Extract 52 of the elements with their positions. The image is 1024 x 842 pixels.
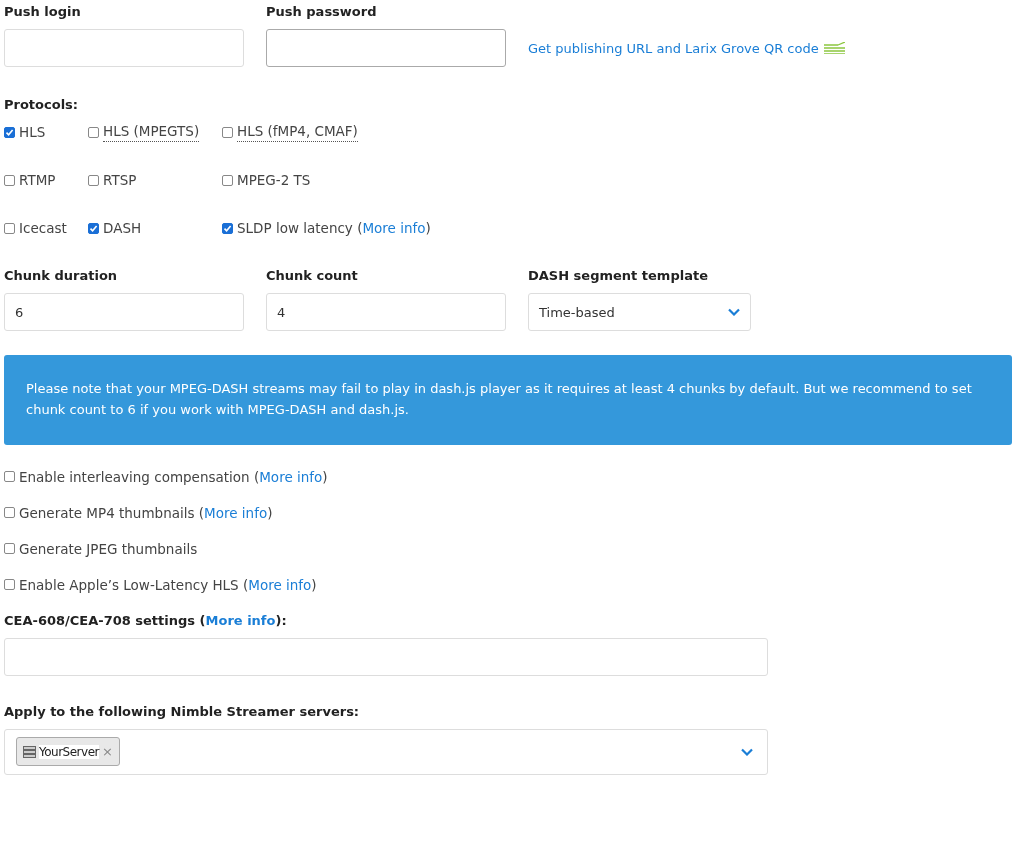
field-label: DASH segment template [528, 268, 709, 283]
more-info-link[interactable]: More info [205, 612, 276, 628]
dropdown[interactable]: Time-based [528, 293, 751, 331]
checkbox-label: HLS [19, 124, 46, 140]
input-field[interactable] [266, 29, 506, 67]
checkbox-label: SLDP low latency (More info) [237, 220, 431, 236]
checkbox-label: Generate MP4 thumbnails (More info) [19, 504, 273, 521]
checkbox[interactable] [88, 174, 99, 186]
checkbox[interactable] [4, 543, 15, 555]
checkbox[interactable] [4, 222, 15, 234]
field-label: Chunk count [266, 268, 359, 283]
publishing-url-link[interactable]: Get publishing URL and Larix Grove QR code [528, 40, 819, 56]
input-field[interactable]: 4 [266, 293, 506, 331]
checkbox[interactable] [88, 126, 99, 138]
checkbox[interactable] [222, 174, 233, 186]
field-label: Chunk duration [4, 268, 119, 283]
remove-tag-button[interactable]: × [101, 744, 113, 760]
info-notice: Please note that your MPEG-DASH streams may fail to play in dash.js player as it requires at least 4 chunks by default. But we recommend to set chunk count to 6 if you work with MPEG-DASH and dash.js. [4, 355, 1012, 445]
checkbox-label: Icecast [19, 220, 67, 236]
checkbox[interactable] [4, 126, 15, 138]
chevron-down-icon [741, 747, 753, 756]
checkbox[interactable] [222, 222, 233, 234]
checkbox-label: MPEG-2 TS [237, 172, 311, 188]
checkbox-label: Enable interleaving compensation (More info) [19, 468, 328, 485]
checkbox[interactable] [88, 222, 99, 234]
more-info-link[interactable]: More info [204, 504, 268, 521]
lines-icon [823, 42, 845, 54]
field-label: Push password [266, 4, 378, 19]
checkbox-label: Enable Apple’s Low-Latency HLS (More info) [19, 576, 317, 593]
checkbox-label: HLS (MPEGTS) [103, 122, 200, 142]
checkbox[interactable] [4, 471, 15, 483]
checkbox[interactable] [4, 507, 15, 519]
section-label: Protocols: [4, 97, 79, 112]
checkbox-label: HLS (fMP4, CMAF) [237, 122, 358, 142]
server-icon [23, 745, 36, 758]
field-label: Apply to the following Nimble Streamer servers: [4, 703, 360, 719]
field-label: CEA-608/CEA-708 settings (More info): [4, 612, 287, 628]
more-info-link[interactable]: More info [259, 468, 323, 485]
server-select[interactable]: YourServer × [4, 728, 768, 775]
checkbox-label: DASH [103, 220, 142, 236]
more-info-link[interactable]: More info [248, 576, 312, 593]
checkbox[interactable] [4, 174, 15, 186]
field-label: Push login [4, 4, 82, 19]
checkbox[interactable] [222, 126, 233, 138]
checkbox-label: Generate JPEG thumbnails [19, 540, 198, 557]
checkbox-label: RTMP [19, 172, 56, 188]
tag-label: YourServer [39, 744, 99, 759]
input-field[interactable]: 6 [4, 293, 244, 331]
chevron-down-icon [728, 308, 740, 316]
checkbox[interactable] [4, 579, 15, 591]
more-info-link[interactable]: More info [362, 220, 426, 236]
checkbox-label: RTSP [103, 172, 137, 188]
